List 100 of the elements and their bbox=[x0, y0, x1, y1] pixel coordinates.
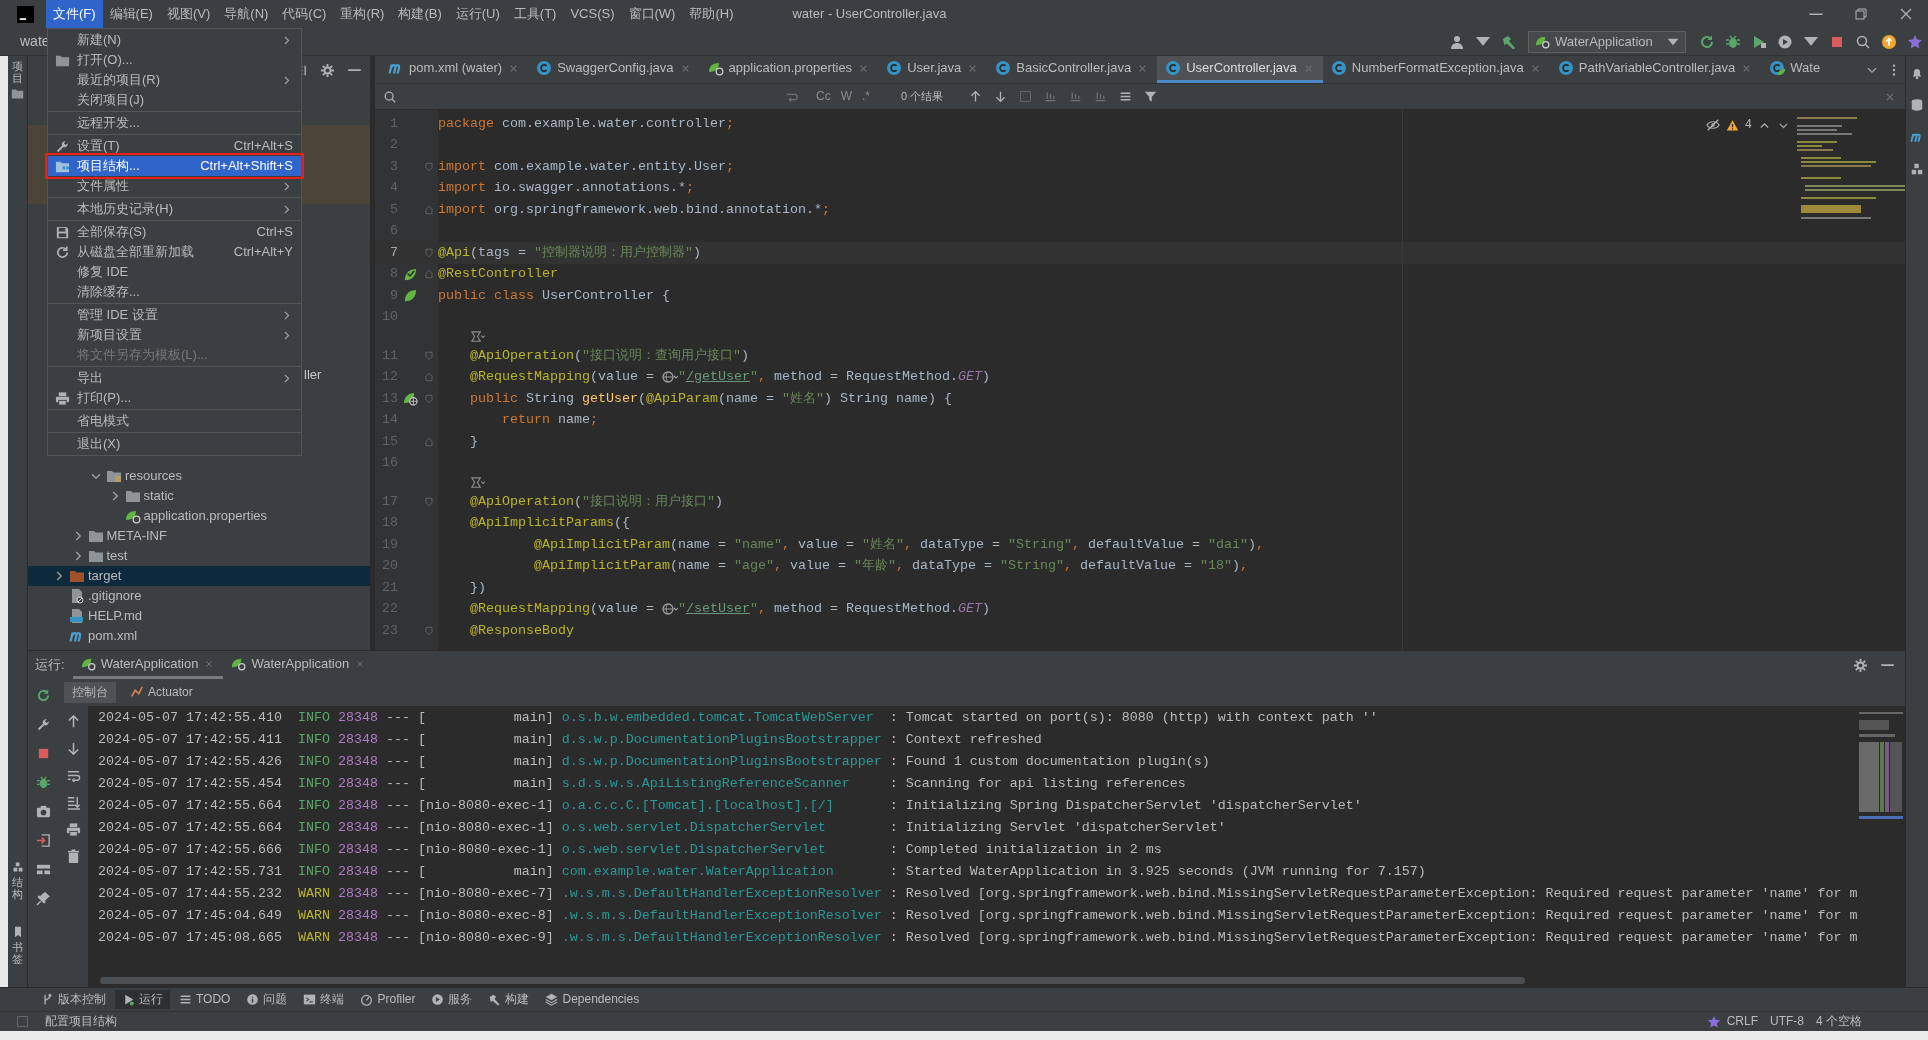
wrench-icon[interactable] bbox=[35, 717, 51, 732]
menu-bar-item[interactable]: 工具(T) bbox=[506, 0, 564, 28]
eye-off-icon[interactable] bbox=[1705, 118, 1720, 133]
rerun-icon[interactable] bbox=[35, 688, 51, 703]
align-icon[interactable] bbox=[1094, 90, 1108, 103]
minimize-icon[interactable] bbox=[347, 68, 362, 72]
menu-item[interactable]: 新建(N) bbox=[48, 30, 301, 50]
editor-tab[interactable]: NumberFormatException.java bbox=[1322, 56, 1550, 83]
editor-tab[interactable]: UserController.java bbox=[1157, 56, 1323, 83]
tree-item[interactable]: ller bbox=[304, 365, 322, 385]
editor-tab[interactable]: application.properties bbox=[699, 56, 879, 83]
bean-icon[interactable] bbox=[402, 288, 418, 304]
tool-window-tab[interactable]: 构建 bbox=[481, 990, 537, 1009]
console-tab[interactable]: Actuator bbox=[122, 682, 201, 703]
tool-window-tab[interactable]: 终端 bbox=[296, 990, 352, 1009]
tool-window-button[interactable]: 项目 bbox=[11, 56, 24, 105]
menu-item[interactable]: 设置(T) Ctrl+Alt+S bbox=[48, 136, 301, 156]
database-icon[interactable] bbox=[1910, 98, 1924, 112]
bean-check-icon[interactable] bbox=[402, 266, 418, 282]
file-encoding[interactable]: UTF-8 bbox=[1764, 1014, 1810, 1029]
toggle-button[interactable]: W bbox=[835, 89, 857, 104]
wrap-icon[interactable] bbox=[65, 768, 81, 783]
down-arrow-icon[interactable] bbox=[994, 90, 1008, 103]
menu-item[interactable]: 省电模式 bbox=[48, 411, 301, 431]
tool-window-tab[interactable]: Profiler bbox=[353, 990, 423, 1009]
tree-row[interactable]: HELP.md bbox=[28, 606, 370, 626]
menu-item[interactable]: 打印(P)... bbox=[48, 388, 301, 408]
tree-row[interactable]: .gitignore bbox=[28, 586, 370, 606]
menu-bar-item[interactable]: 编辑(E) bbox=[102, 0, 160, 28]
menu-bar-item[interactable]: 导航(N) bbox=[217, 0, 276, 28]
menu-bar-item[interactable]: VCS(S) bbox=[563, 0, 622, 28]
editor-tab[interactable]: SwaggerConfig.java bbox=[528, 56, 700, 83]
line-separator[interactable]: CRLF bbox=[1720, 1014, 1764, 1029]
tree-row[interactable]: application.properties bbox=[28, 506, 370, 526]
structure-icon[interactable] bbox=[1910, 162, 1924, 176]
tree-row[interactable]: static bbox=[28, 486, 370, 506]
menu-item[interactable]: 清除缓存... bbox=[48, 282, 301, 302]
menu-item[interactable]: 全部保存(S) Ctrl+S bbox=[48, 222, 301, 242]
run-configuration-dropdown[interactable]: WaterApplication bbox=[1528, 30, 1686, 53]
toggle-button[interactable]: Cc bbox=[811, 89, 836, 104]
menu-item[interactable]: 远程开发... bbox=[48, 113, 301, 133]
tool-window-tab[interactable]: 版本控制 bbox=[34, 990, 113, 1009]
editor-tab[interactable]: User.java bbox=[878, 56, 988, 83]
exit-icon[interactable] bbox=[35, 833, 51, 848]
tree-row[interactable]: pom.xml bbox=[28, 626, 370, 646]
layout-icon[interactable] bbox=[35, 862, 51, 877]
menu-item[interactable]: 本地历史记录(H) bbox=[48, 199, 301, 219]
editor-tab[interactable]: BasicController.java bbox=[987, 56, 1158, 83]
tree-row[interactable]: target bbox=[28, 566, 370, 586]
trash-icon[interactable] bbox=[65, 849, 81, 864]
tool-window-tab[interactable]: 问题 bbox=[239, 990, 295, 1009]
run-tab[interactable]: WaterApplication bbox=[72, 651, 224, 679]
tool-window-tab[interactable]: 运行 bbox=[115, 990, 170, 1009]
tool-window-button[interactable]: 结构 bbox=[11, 856, 24, 904]
menu-item[interactable]: 项目结构... Ctrl+Alt+Shift+S bbox=[48, 156, 301, 176]
editor-tab[interactable]: PathVariableController.java bbox=[1549, 56, 1762, 83]
menu-item[interactable]: 修复 IDE bbox=[48, 262, 301, 282]
print-icon[interactable] bbox=[65, 822, 81, 837]
menu-item[interactable]: 文件属性 bbox=[48, 176, 301, 196]
menu-bar-item[interactable]: 重构(R) bbox=[333, 0, 392, 28]
menu-item[interactable]: 退出(X) bbox=[48, 434, 301, 454]
bell-icon[interactable] bbox=[1910, 66, 1924, 80]
menu-item[interactable]: 管理 IDE 设置 bbox=[48, 305, 301, 325]
tree-row[interactable]: META-INF bbox=[28, 526, 370, 546]
panel-toggle-icon[interactable] bbox=[16, 1015, 29, 1028]
scroll-end-icon[interactable] bbox=[65, 795, 81, 810]
settings-icon[interactable] bbox=[1853, 657, 1868, 673]
tool-window-button[interactable]: 书签 bbox=[11, 921, 24, 969]
leaf-globe-icon[interactable] bbox=[402, 391, 418, 407]
indent-setting[interactable]: 4 个空格 bbox=[1810, 1014, 1868, 1029]
settings-icon[interactable] bbox=[320, 62, 335, 78]
menu-bar-item[interactable]: 视图(V) bbox=[159, 0, 218, 28]
menu-item[interactable]: 导出 bbox=[48, 368, 301, 388]
tool-window-tab[interactable]: Dependencies bbox=[538, 990, 647, 1009]
list-icon[interactable] bbox=[1119, 90, 1133, 103]
camera-icon[interactable] bbox=[35, 804, 51, 819]
hint-icon[interactable] bbox=[470, 329, 485, 344]
menu-item[interactable]: 从磁盘全部重新加载 Ctrl+Alt+Y bbox=[48, 242, 301, 262]
menu-item[interactable]: 最近的项目(R) bbox=[48, 70, 301, 90]
up-arrow-icon[interactable] bbox=[969, 90, 983, 103]
menu-bar-item[interactable]: 运行(U) bbox=[448, 0, 507, 28]
editor-tab[interactable]: Wate bbox=[1761, 56, 1829, 83]
filter-icon[interactable] bbox=[1144, 90, 1158, 103]
pin-icon[interactable] bbox=[35, 891, 51, 906]
tree-row[interactable]: resources bbox=[28, 466, 370, 486]
menu-item[interactable]: 关闭项目(J) bbox=[48, 90, 301, 110]
run-tab[interactable]: WaterApplication bbox=[223, 651, 375, 679]
align-icon[interactable] bbox=[1069, 90, 1083, 103]
menu-item[interactable]: 打开(O)... bbox=[48, 50, 301, 70]
menu-bar-item[interactable]: 代码(C) bbox=[275, 0, 334, 28]
tool-window-tab[interactable]: TODO bbox=[172, 990, 238, 1009]
console-tab[interactable]: 控制台 bbox=[64, 682, 116, 703]
editor-tab[interactable]: pom.xml (water) bbox=[380, 56, 529, 83]
horizontal-scrollbar[interactable] bbox=[100, 977, 1525, 984]
align-icon[interactable] bbox=[1044, 90, 1058, 103]
menu-item[interactable]: 新项目设置 bbox=[48, 325, 301, 345]
hint-icon[interactable] bbox=[470, 475, 485, 490]
menu-bar-item[interactable]: 文件(F) bbox=[46, 0, 103, 28]
debug-icon[interactable] bbox=[35, 775, 51, 790]
minimize-icon[interactable] bbox=[1880, 663, 1895, 667]
